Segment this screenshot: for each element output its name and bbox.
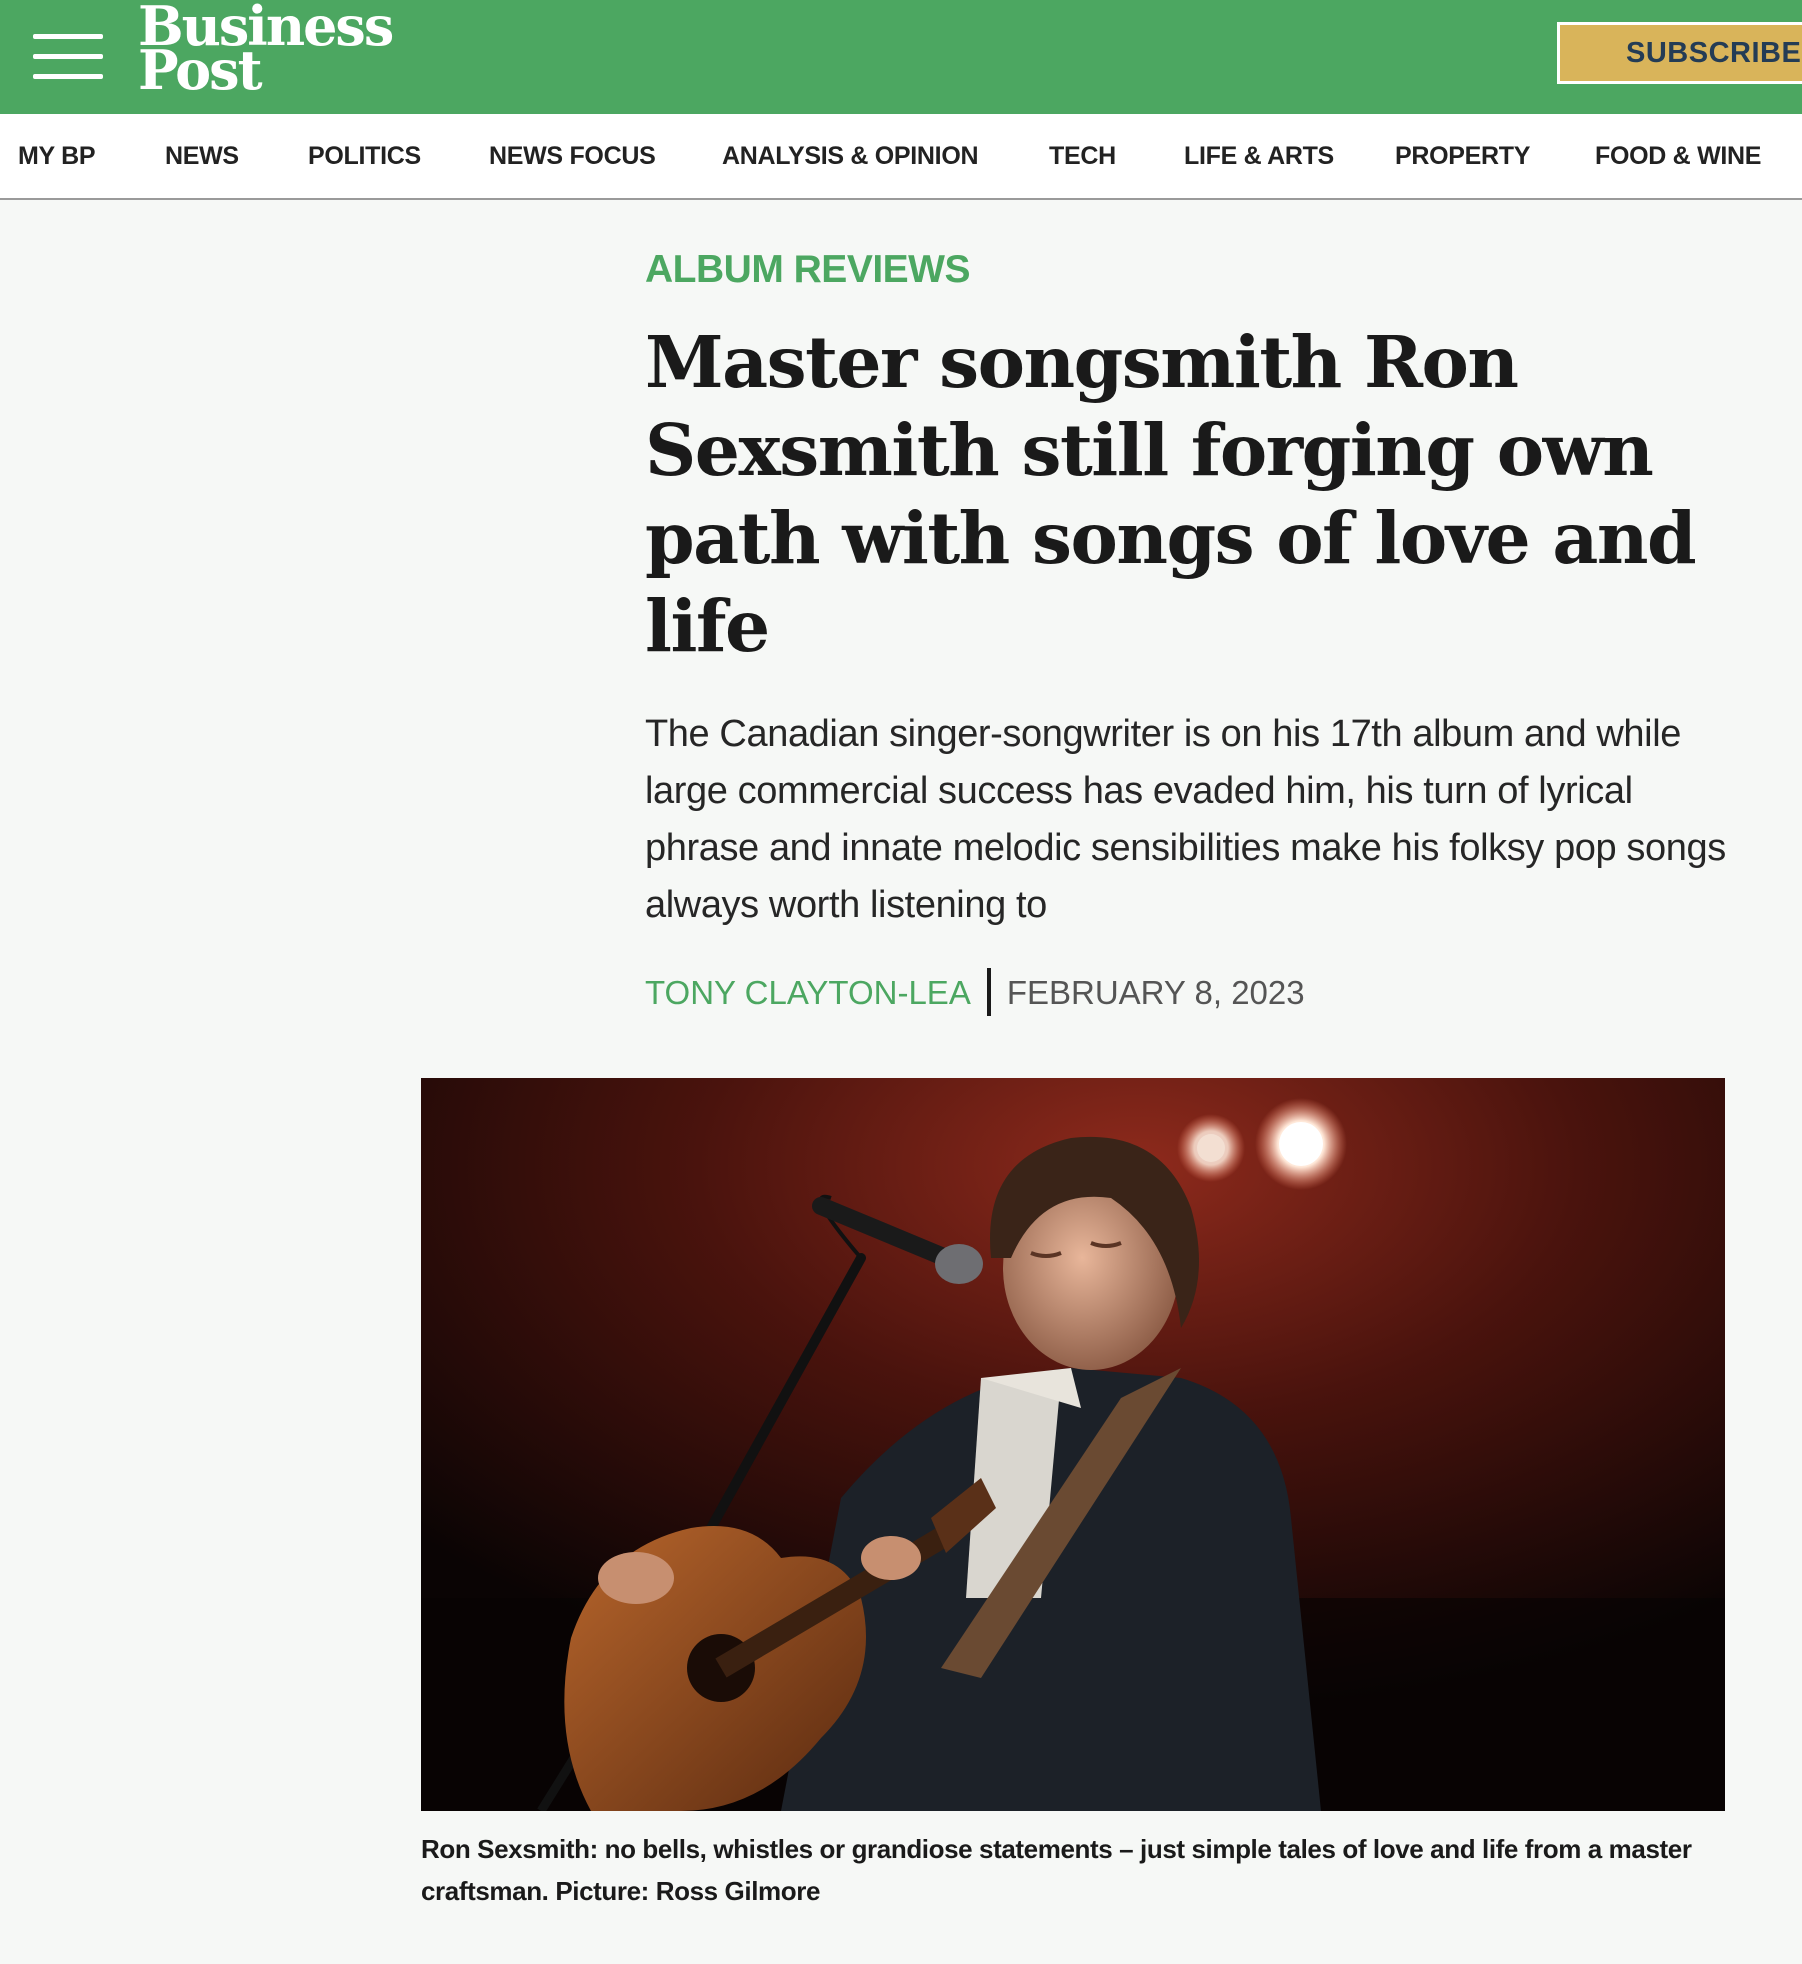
nav-item-my-bp[interactable]: MY BP	[18, 142, 96, 171]
byline: TONY CLAYTON-LEA FEBRUARY 8, 2023	[645, 968, 1305, 1018]
subscribe-button[interactable]: SUBSCRIBE	[1557, 22, 1802, 84]
article-headline: Master songsmith Ron Sexsmith still forg…	[645, 320, 1697, 668]
article-standfirst: The Canadian singer-songwriter is on his…	[645, 713, 1726, 926]
top-header: Business Post SUBSCRIBE	[0, 0, 1802, 114]
nav-item-food-wine[interactable]: FOOD & WINE	[1595, 142, 1761, 171]
author-link[interactable]: TONY CLAYTON-LEA	[645, 968, 971, 1018]
site-logo[interactable]: Business Post	[138, 0, 398, 97]
menu-icon[interactable]	[33, 34, 103, 80]
nav-item-news[interactable]: NEWS	[165, 142, 239, 171]
section-label[interactable]: ALBUM REVIEWS	[645, 248, 971, 292]
photo-caption: Ron Sexsmith: no bells, whistles or gran…	[421, 1834, 1692, 1906]
nav-item-life-arts[interactable]: LIFE & ARTS	[1184, 142, 1334, 171]
article-photo	[421, 1078, 1725, 1811]
nav-item-property[interactable]: PROPERTY	[1395, 142, 1530, 171]
publish-date: FEBRUARY 8, 2023	[1006, 974, 1305, 1011]
nav-item-news-focus[interactable]: NEWS FOCUS	[489, 142, 656, 171]
nav-item-tech[interactable]: TECH	[1049, 142, 1116, 171]
byline-divider	[986, 968, 991, 1016]
main-nav: MY BP NEWS POLITICS NEWS FOCUS ANALYSIS …	[0, 114, 1802, 200]
nav-item-analysis-opinion[interactable]: ANALYSIS & OPINION	[722, 142, 979, 171]
nav-item-politics[interactable]: POLITICS	[308, 142, 421, 171]
